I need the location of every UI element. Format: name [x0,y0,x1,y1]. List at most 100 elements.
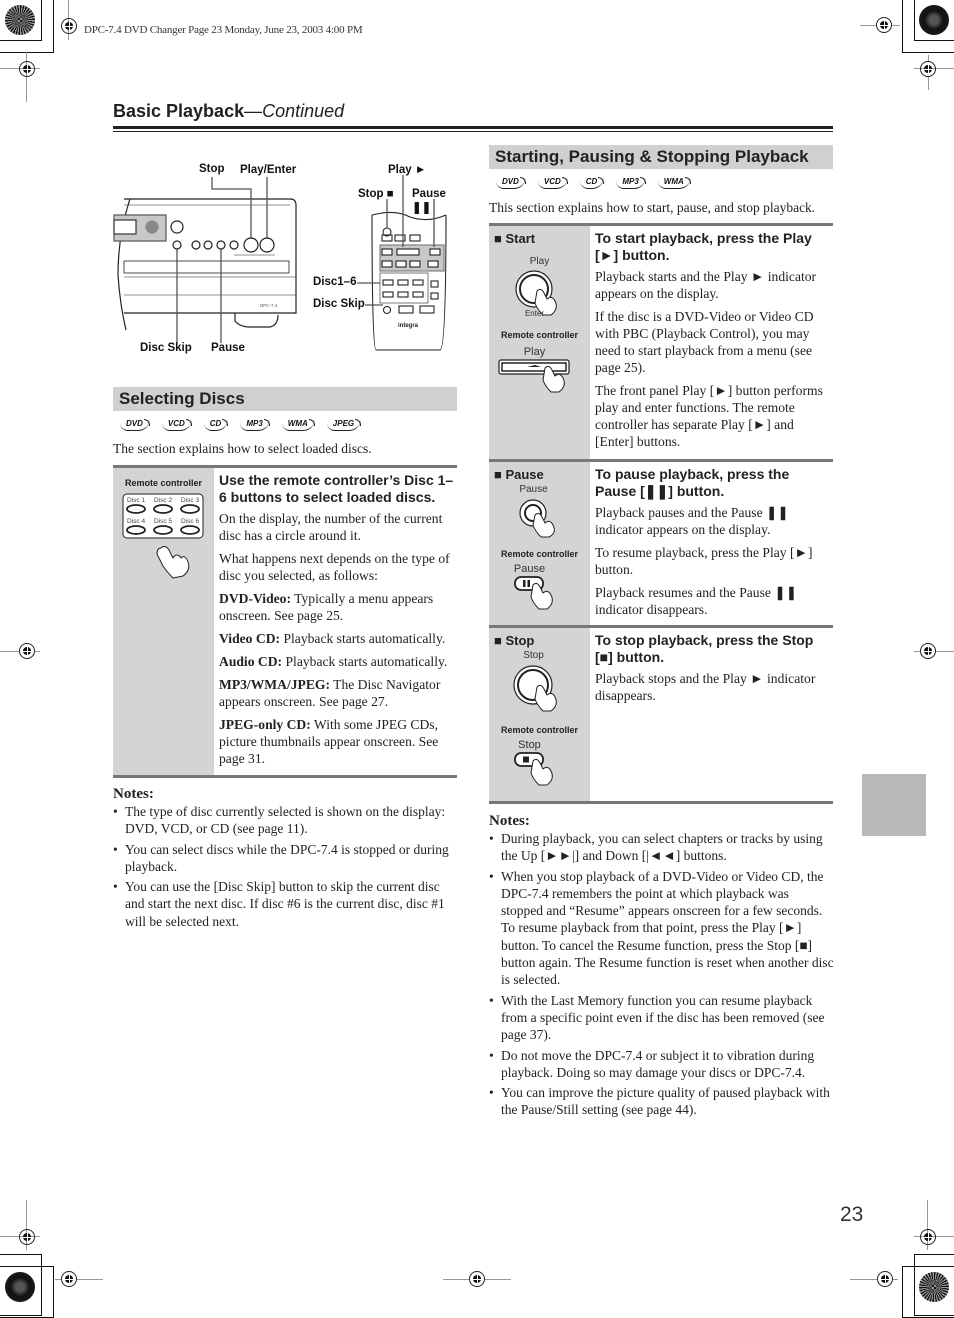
dvd-changer-unit [113,198,297,331]
page-title-main: Basic Playback [113,101,245,121]
disc-label-2: Disc 2 [154,497,172,504]
unit-leader-lines [176,177,268,343]
page-title: Basic Playback—Continued [113,101,344,122]
unit-pause-label: Pause [519,484,548,495]
paragraph: The front panel Play [►] button performs… [595,383,823,449]
notes-title: Notes: [489,813,530,829]
registration-star-icon [919,5,949,35]
remote-pause-label: Pause [513,563,546,575]
selecting-discs-table: Remote controller Disc 1 Disc 2 Disc 3 D… [113,465,457,778]
page-number: 23 [840,1203,864,1226]
disc-label-3: Disc 3 [181,497,199,504]
table-row-start: ■ Start Play Enter Remote controller Pla… [489,226,833,462]
row-title-pause: ■ Pause [494,467,544,482]
disc-label-4: Disc 4 [127,518,145,525]
selecting-discs-notes: Notes: The type of disc currently select… [113,786,458,933]
paragraph-audio-cd: Audio CD: Playback starts automatically. [219,654,448,669]
selecting-discs-heading: Use the remote controller’s Disc 1–6 but… [219,472,454,505]
paragraph: Playback resumes and the Pause ❚❚ indica… [595,585,798,617]
remote-controller-label: Remote controller [500,549,578,559]
unit-play-label: Play [529,256,550,267]
pause-bars-icon [523,580,526,587]
table-right-cell: Use the remote controller’s Disc 1–6 but… [214,468,457,775]
callout-pause-remote: Pause ❚❚ [412,188,446,214]
disc-label-1: Disc 1 [127,497,145,504]
disc-logo-wma: WMA [281,419,315,431]
remote-stop-label: Stop [518,739,541,751]
callout-disc-skip-unit: Disc Skip [140,342,192,354]
paragraph-video-cd: Video CD: Playback starts automatically. [219,631,446,646]
paragraph-mp3-wma-jpeg: MP3/WMA/JPEG: The Disc Navigator appears… [219,677,441,709]
unit-and-remote-drawing: DPC-7.4 integra [113,175,447,351]
stop-heading: To stop playback, press the Stop [■] but… [595,632,814,665]
disc-logo-dvd: DVD [496,177,526,189]
registration-mark-icon [920,61,936,77]
table-row-stop: ■ Stop Stop Remote controller Stop To st… [489,628,833,804]
callout-stop: Stop [199,163,225,175]
page-title-suffix: —Continued [244,101,345,121]
registration-mark-icon [920,1229,936,1245]
playback-intro: This section explains how to start, paus… [489,200,816,215]
registration-mark-icon [920,643,936,659]
paragraph: If the disc is a DVD-Video or Video CD w… [595,309,814,375]
paragraph: What happens next depends on the type of… [219,551,450,583]
registration-mark-icon [61,18,77,34]
registration-mark-icon [61,1271,77,1287]
disc-logo-mp3: MP3 [240,419,271,431]
device-illustration: DPC-7.4 integra Stop Play/Enter Disc Ski… [110,155,460,360]
unit-model-label: DPC-7.4 [260,303,278,308]
note-item: You can select discs while the DPC-7.4 i… [113,841,458,876]
note-item: During playback, you can select chapters… [489,830,834,865]
paragraph: To resume playback, press the Play [►] b… [595,545,813,577]
paragraph-dvd-video: DVD-Video: Typically a menu appears onsc… [219,591,434,623]
table-left-cell: ■ Stop Stop Remote controller Stop [489,628,590,801]
section-heading-playback: Starting, Pausing & Stopping Playback [489,145,833,169]
paragraph: On the display, the number of the curren… [219,511,443,543]
crop-mark [26,52,27,102]
disc-logo-wma: WMA [657,177,691,189]
remote-control [371,211,447,351]
start-heading: To start playback, press the Play [►] bu… [595,230,812,263]
unit-pause-button-illustration [519,499,555,538]
registration-star-icon [919,1272,949,1302]
table-right-cell: To pause playback, press the Pause [❚❚] … [590,462,833,625]
title-rule [113,126,833,129]
pause-heading: To pause playback, press the Pause [❚❚] … [595,466,790,499]
disc-logo-vcd: VCD [161,419,192,431]
registration-mark-icon [19,643,35,659]
disc-logo-mp3: MP3 [616,177,647,189]
callout-play-enter: Play/Enter [240,164,297,176]
remote-controller-label: Remote controller [124,478,202,488]
unit-enter-label: Enter [524,309,545,318]
table-right-cell: To stop playback, press the Stop [■] but… [590,628,833,801]
registration-star-icon [5,5,35,35]
disc-logo-jpeg: JPEG [326,419,362,431]
registration-star-icon [5,1272,35,1302]
note-item: You can improve the picture quality of p… [489,1084,834,1119]
remote-play-button-illustration [498,359,570,393]
registration-mark-icon [877,1271,893,1287]
remote-stop-button-illustration [514,752,553,786]
paragraph: Playback stops and the Play ► indicator … [595,671,816,703]
registration-mark-icon [19,61,35,77]
row-title-stop: ■ Stop [494,633,535,648]
paragraph-jpeg-only-cd: JPEG-only CD: With some JPEG CDs, pictur… [219,717,439,766]
note-item: When you stop playback of a DVD-Video or… [489,868,834,989]
note-item: With the Last Memory function you can re… [489,992,834,1044]
remote-pause-button-illustration [514,576,553,610]
disc-type-logos: DVD VCD CD MP3 WMA JPEG [120,419,362,431]
table-left-cell: Remote controller Disc 1 Disc 2 Disc 3 D… [113,468,214,775]
callout-disc-1-6: Disc1–6 [313,276,357,288]
paragraph: Playback starts and the Play ► indicator… [595,269,817,301]
title-rule-thin [113,131,833,132]
table-left-cell: ■ Pause Pause Remote controller Pause [489,462,590,625]
playback-notes: Notes: During playback, you can select c… [489,813,834,1122]
registration-mark-icon [19,1229,35,1245]
section-heading-selecting-discs: Selecting Discs [113,387,457,411]
table-left-cell: ■ Start Play Enter Remote controller Pla… [489,226,590,459]
unit-stop-label: Stop [523,650,544,661]
disc-logo-cd: CD [203,419,229,431]
disc-type-logos: DVD VCD CD MP3 WMA [496,177,691,189]
table-right-cell: To start playback, press the Play [►] bu… [590,226,833,459]
hand-pointer-icon [156,545,190,579]
